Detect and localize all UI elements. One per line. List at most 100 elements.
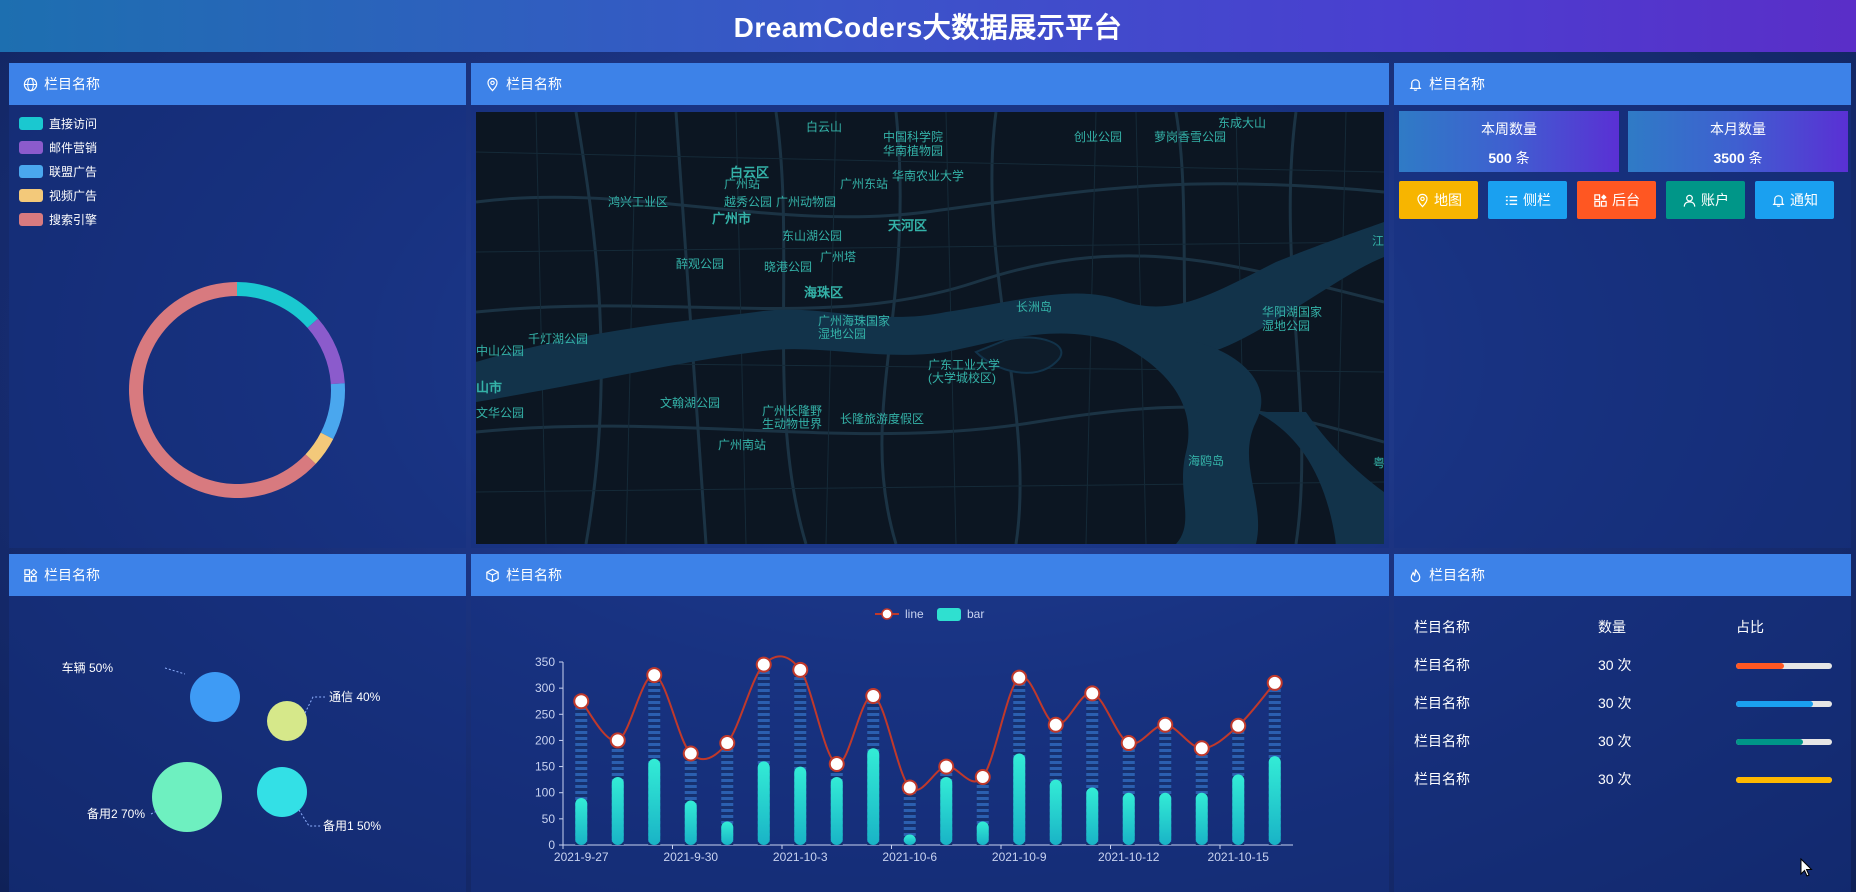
bubble-chart: 车辆 50% 通信 40% 备用2 70% 备用1 50% [62,660,382,833]
y-tick-label: 50 [542,812,556,826]
line-point[interactable] [865,687,882,704]
dashboard-button[interactable]: 后台 [1577,181,1656,219]
map-button[interactable]: 地图 [1399,181,1478,219]
bubble-leader-line [298,809,321,827]
panel-title: 栏目名称 [506,76,562,92]
line-point[interactable] [609,732,626,749]
bar[interactable] [1268,756,1281,845]
bar[interactable] [940,777,953,845]
bar[interactable] [867,748,880,845]
bar[interactable] [757,761,770,845]
button-label: 地图 [1434,192,1462,208]
line-point[interactable] [1084,685,1101,702]
panel-header: 栏目名称 [1394,554,1851,596]
bar[interactable] [1232,774,1245,845]
bar[interactable] [684,800,697,845]
bubble[interactable] [190,672,240,722]
panel-header: 栏目名称 [471,63,1389,105]
button-label: 账户 [1701,192,1729,208]
line-point[interactable] [828,755,845,772]
line-point[interactable] [1011,669,1028,686]
donut-slice[interactable] [129,282,316,498]
line-point[interactable] [938,758,955,775]
bar[interactable] [648,758,661,845]
panel-header: 栏目名称 [1394,63,1851,105]
rank-count: 30 次 [1598,657,1632,673]
bubble[interactable] [267,701,307,741]
combo-chart: line bar0501001502002503003502021-9-27 202… [535,607,1293,864]
map-label: 海鸥岛 [1188,454,1225,468]
line-point[interactable] [1230,717,1247,734]
donut-slice[interactable] [307,318,345,385]
line-point[interactable] [1157,716,1174,733]
legend-label[interactable]: line [905,607,924,621]
notify-button[interactable]: 通知 [1755,181,1834,219]
globe-icon [23,77,38,91]
bubble-label: 备用1 50% [323,819,381,833]
donut-slice[interactable] [237,282,319,328]
map-label: 创业公园 [1074,130,1123,144]
bar[interactable] [721,821,734,845]
bubble[interactable] [152,762,222,832]
line-point[interactable] [1193,740,1210,757]
stat-value-line: 500 条 [1399,148,1619,168]
map-label: 广州市 [712,211,752,226]
map-label: 广州南站 [718,438,767,452]
bar[interactable] [1159,792,1172,845]
bar[interactable] [794,766,807,845]
y-tick-label: 300 [535,681,555,695]
bubble-label: 通信 40% [329,690,381,704]
bar[interactable] [903,834,916,845]
stat-label: 本月数量 [1710,121,1766,137]
bar[interactable] [1122,792,1135,845]
bar[interactable] [830,777,843,845]
progress-fill [1736,701,1813,707]
bubble-label: 车辆 50% [62,660,114,675]
rank-col-name: 栏目名称 [1414,619,1470,635]
city-map[interactable]: 白云山 中国科学院 华南植物园 创业公园 萝岗香雪公园 东成大山 白云区 华南农业大学 广州站广… [476,112,1384,544]
account-button[interactable]: 账户 [1666,181,1745,219]
map-label: 江 [1372,234,1384,248]
line-point[interactable] [1120,735,1137,752]
bar[interactable] [611,777,624,845]
x-tick-label: 2021-9-27 [554,850,609,864]
stat-unit: 条 [1515,150,1530,166]
panel-title: 栏目名称 [44,567,100,583]
user-icon [1683,194,1696,207]
line-point[interactable] [682,745,699,762]
map-label: 湿地公园 [818,327,867,341]
line-point[interactable] [646,667,663,684]
sidebar-button[interactable]: 侧栏 [1488,181,1567,219]
bar[interactable] [1195,792,1208,845]
panel-header: 栏目名称 [471,554,1389,596]
legend-label[interactable]: bar [967,607,984,621]
rank-name: 栏目名称 [1414,695,1470,711]
map-label: 长洲岛 [1016,300,1053,314]
line-point[interactable] [1047,716,1064,733]
donut-slice[interactable] [320,383,345,440]
bar[interactable] [976,821,989,845]
line-point[interactable] [792,661,809,678]
bar[interactable] [1013,753,1026,846]
rank-count: 30 次 [1598,733,1632,749]
line-point[interactable] [719,735,736,752]
x-tick-label: 2021-10-3 [773,850,828,864]
map-label: 千灯湖公园 [528,332,589,346]
bar[interactable] [1086,787,1099,845]
bar[interactable] [575,797,588,845]
rank-name: 栏目名称 [1414,657,1470,673]
line-point[interactable] [901,779,918,796]
line-point[interactable] [1266,674,1283,691]
bar[interactable] [1049,779,1062,845]
bubble-label: 备用2 70% [87,807,145,821]
progress-track [1736,739,1832,745]
line-point[interactable] [755,656,772,673]
bubble[interactable] [257,767,307,817]
map-label: 鸿兴工业区 [608,195,669,209]
line-point[interactable] [974,769,991,786]
y-tick-label: 250 [535,707,555,721]
line-point[interactable] [573,693,590,710]
dashboard-icon [1594,193,1607,207]
x-tick-label: 2021-9-30 [663,850,718,864]
legend-bar-swatch [937,608,961,621]
